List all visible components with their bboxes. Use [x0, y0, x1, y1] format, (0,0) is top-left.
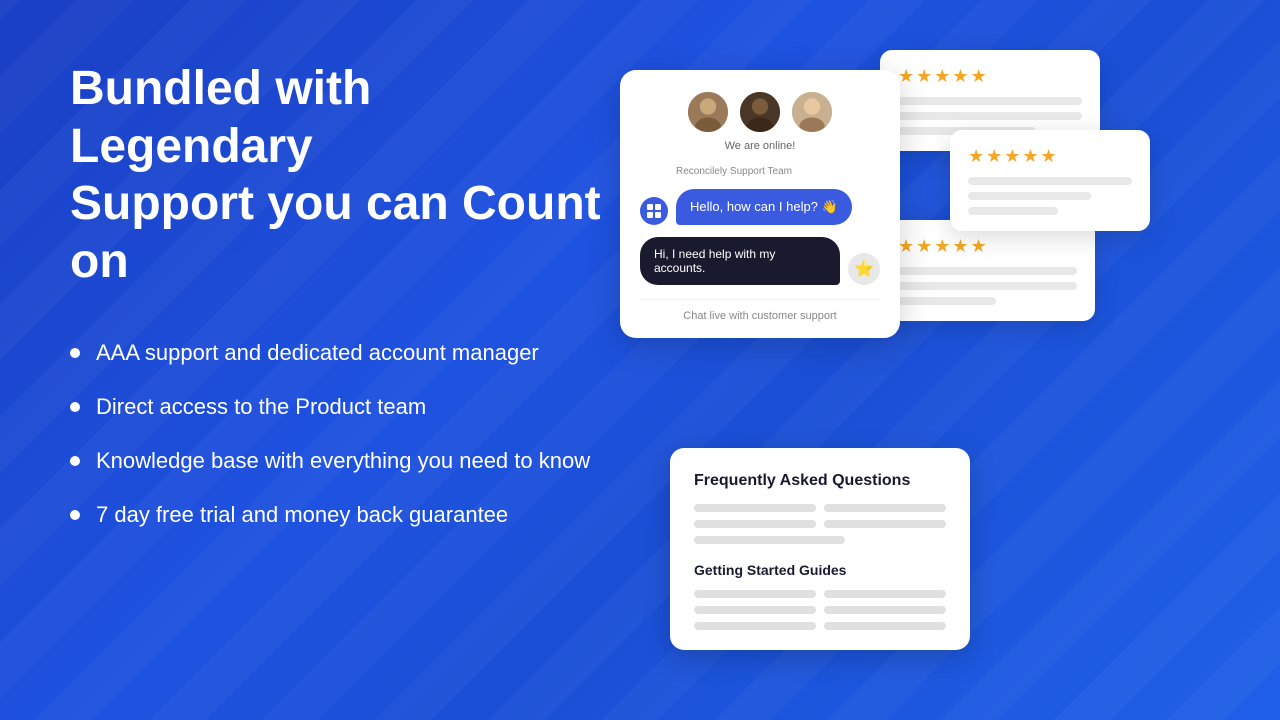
chat-widget: We are online! Reconcilely Support Team …: [620, 70, 900, 338]
review-line: [968, 207, 1058, 215]
chat-footer: Chat live with customer support: [640, 299, 880, 322]
review-line: [968, 192, 1091, 200]
faq-line: [694, 622, 816, 630]
support-logo: [640, 197, 668, 225]
chat-avatars: [640, 90, 880, 134]
review-line: [968, 177, 1132, 185]
bullet-text-3: Knowledge base with everything you need …: [96, 448, 590, 474]
review-line: [898, 267, 1077, 275]
faq-line: [694, 590, 816, 598]
review-lines-2: [968, 177, 1132, 215]
bullet-text-2: Direct access to the Product team: [96, 394, 426, 420]
faq-line: [824, 606, 946, 614]
avatar-1: [686, 90, 730, 134]
main-content: Bundled with Legendary Support you can C…: [0, 0, 1280, 720]
right-panel: We are online! Reconcilely Support Team …: [620, 50, 1220, 680]
left-panel: Bundled with Legendary Support you can C…: [70, 50, 620, 528]
faq-line: [824, 622, 946, 630]
bullet-dot-2: [70, 402, 80, 412]
support-label: Reconcilely Support Team: [676, 166, 880, 177]
review-line: [898, 282, 1077, 290]
bullet-item-2: Direct access to the Product team: [70, 394, 620, 420]
greeting-row: Hello, how can I help? 👋: [640, 189, 880, 225]
faq-title: Frequently Asked Questions: [694, 472, 946, 490]
faq-line: [694, 504, 816, 512]
chat-messages: Reconcilely Support Team Hello, how can …: [640, 166, 880, 285]
faq-line: [694, 520, 816, 528]
avatar-3: [790, 90, 834, 134]
review-card-3: ★★★★★: [880, 220, 1095, 321]
send-icon[interactable]: ⭐: [848, 253, 880, 285]
user-bubble: Hi, I need help with my accounts.: [640, 237, 840, 285]
faq-line: [694, 536, 845, 544]
bullet-text-4: 7 day free trial and money back guarante…: [96, 502, 508, 528]
headline-line1: Bundled with Legendary: [70, 62, 371, 173]
bullet-item-1: AAA support and dedicated account manage…: [70, 340, 620, 366]
bullet-item-4: 7 day free trial and money back guarante…: [70, 502, 620, 528]
user-message-row: Hi, I need help with my accounts. ⭐: [640, 237, 880, 285]
faq-line: [824, 504, 946, 512]
headline-line2: Support you can Count on: [70, 177, 601, 288]
guides-lines: [694, 590, 946, 630]
faq-line: [824, 520, 946, 528]
greeting-bubble: Hello, how can I help? 👋: [676, 189, 852, 225]
review-line: [898, 97, 1082, 105]
bullet-dot-3: [70, 456, 80, 466]
faq-card: Frequently Asked Questions Getting Start…: [670, 448, 970, 650]
review-line: [898, 297, 996, 305]
faq-line: [694, 606, 816, 614]
stars-1: ★★★★★: [898, 66, 1082, 87]
stars-3: ★★★★★: [898, 236, 1077, 257]
stars-2: ★★★★★: [968, 146, 1132, 167]
bullet-list: AAA support and dedicated account manage…: [70, 340, 620, 528]
bullet-text-1: AAA support and dedicated account manage…: [96, 340, 539, 366]
review-lines-3: [898, 267, 1077, 305]
review-line: [898, 112, 1082, 120]
avatar-2: [738, 90, 782, 134]
faq-lines: [694, 504, 946, 544]
online-status: We are online!: [640, 140, 880, 152]
faq-line: [824, 590, 946, 598]
review-card-2: ★★★★★: [950, 130, 1150, 231]
headline: Bundled with Legendary Support you can C…: [70, 60, 620, 290]
bullet-dot-1: [70, 348, 80, 358]
guides-title: Getting Started Guides: [694, 562, 946, 578]
bullet-dot-4: [70, 510, 80, 520]
bullet-item-3: Knowledge base with everything you need …: [70, 448, 620, 474]
